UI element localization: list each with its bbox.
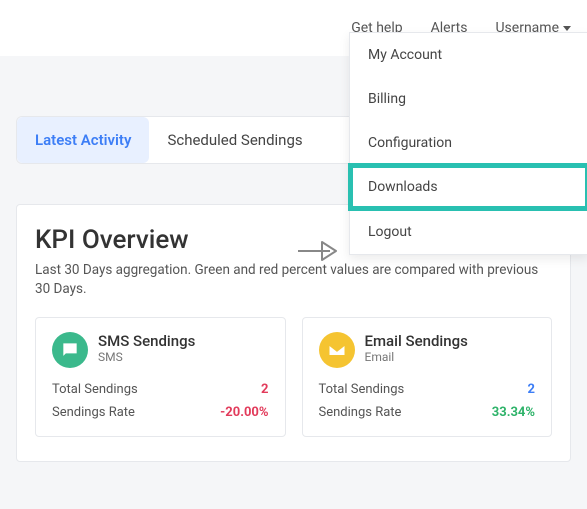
kpi-row: Sendings Rate -20.00% (52, 405, 269, 420)
kpi-row-label: Sendings Rate (52, 405, 135, 420)
kpi-card-sub: SMS (98, 350, 195, 364)
kpi-card-email: Email Sendings Email Total Sendings 2 Se… (302, 317, 553, 437)
kpi-row-value: 2 (261, 382, 268, 397)
user-dropdown: My Account Billing Configuration Downloa… (349, 32, 587, 255)
menu-item-my-account[interactable]: My Account (350, 33, 587, 77)
tab-scheduled-sendings[interactable]: Scheduled Sendings (149, 117, 320, 163)
menu-item-billing[interactable]: Billing (350, 77, 587, 121)
sms-icon (52, 332, 88, 368)
kpi-row-value: 33.34% (492, 405, 535, 420)
kpi-row-label: Total Sendings (319, 382, 405, 397)
kpi-row: Total Sendings 2 (52, 382, 269, 397)
kpi-card-sub: Email (365, 350, 468, 364)
chevron-down-icon (563, 26, 571, 31)
menu-item-logout[interactable]: Logout (350, 210, 587, 254)
kpi-row: Sendings Rate 33.34% (319, 405, 536, 420)
kpi-row-label: Sendings Rate (319, 405, 402, 420)
menu-item-downloads[interactable]: Downloads (350, 165, 587, 209)
kpi-desc: Last 30 Days aggregation. Green and red … (35, 261, 552, 299)
kpi-grid: SMS Sendings SMS Total Sendings 2 Sendin… (35, 317, 552, 437)
content-area: My Account Billing Configuration Downloa… (0, 56, 587, 509)
kpi-row-value: -20.00% (220, 405, 268, 420)
kpi-card-title: SMS Sendings (98, 332, 195, 350)
kpi-row: Total Sendings 2 (319, 382, 536, 397)
menu-item-configuration[interactable]: Configuration (350, 121, 587, 165)
kpi-card-title: Email Sendings (365, 332, 468, 350)
kpi-row-value: 2 (528, 382, 535, 397)
callout-arrow-icon (296, 238, 342, 264)
kpi-row-label: Total Sendings (52, 382, 138, 397)
tab-latest-activity[interactable]: Latest Activity (17, 117, 149, 163)
email-icon (319, 332, 355, 368)
kpi-card-sms: SMS Sendings SMS Total Sendings 2 Sendin… (35, 317, 286, 437)
